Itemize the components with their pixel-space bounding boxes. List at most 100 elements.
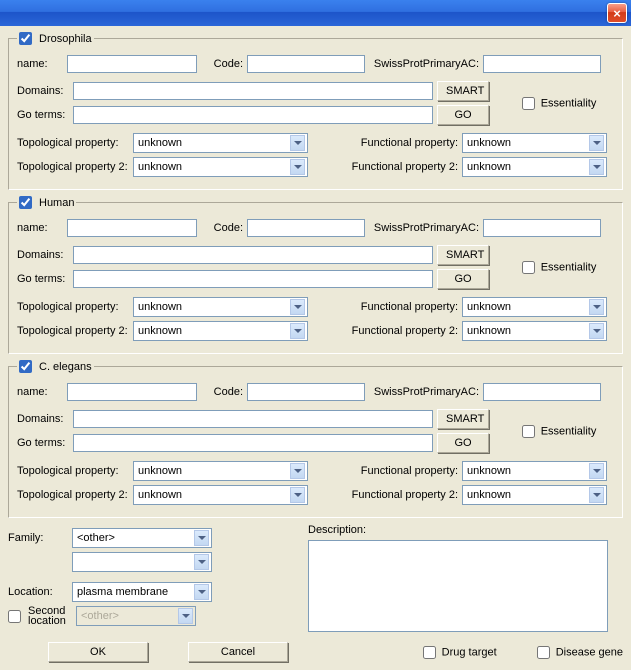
swiss-input[interactable]	[483, 55, 601, 73]
domains-label: Domains:	[17, 413, 69, 425]
dialog-content: Drosophila name: Code: SwissProtPrimaryA…	[0, 26, 631, 668]
location-select[interactable]: plasma membrane	[72, 582, 212, 602]
code-input[interactable]	[247, 55, 365, 73]
topo1-label: Topological property:	[17, 137, 129, 149]
swiss-label: SwissProtPrimaryAC:	[369, 58, 479, 70]
essentiality-label: Essentiality	[541, 97, 597, 109]
essentiality-option[interactable]: Essentiality	[522, 425, 597, 438]
go-button[interactable]: GO	[437, 269, 489, 289]
name-label: name:	[17, 58, 63, 70]
name-label: name:	[17, 222, 63, 234]
organism-title: Human	[39, 197, 74, 209]
organism-group-celegans: C. elegans name: Code: SwissProtPrimaryA…	[8, 360, 623, 518]
second-location-checkbox[interactable]	[8, 610, 21, 623]
disease-gene-checkbox[interactable]	[537, 646, 550, 659]
func1-select[interactable]: unknown	[462, 461, 607, 481]
topo2-select[interactable]: unknown	[133, 157, 308, 177]
code-input[interactable]	[247, 219, 365, 237]
swiss-input[interactable]	[483, 219, 601, 237]
func2-select[interactable]: unknown	[462, 157, 607, 177]
func2-select[interactable]: unknown	[462, 321, 607, 341]
chevron-down-icon	[290, 299, 305, 315]
code-label: Code:	[201, 222, 243, 234]
topo1-select[interactable]: unknown	[133, 461, 308, 481]
func1-select[interactable]: unknown	[462, 133, 607, 153]
code-input[interactable]	[247, 383, 365, 401]
func2-label: Functional property 2:	[346, 325, 458, 337]
disease-gene-label: Disease gene	[556, 646, 623, 658]
name-input[interactable]	[67, 219, 197, 237]
chevron-down-icon	[589, 299, 604, 315]
domains-input[interactable]	[73, 82, 433, 100]
chevron-down-icon	[589, 487, 604, 503]
organism-checkbox-drosophila[interactable]	[19, 32, 32, 45]
organism-title: Drosophila	[39, 33, 92, 45]
code-label: Code:	[201, 58, 243, 70]
chevron-down-icon	[589, 135, 604, 151]
smart-button[interactable]: SMART	[437, 81, 489, 101]
domains-input[interactable]	[73, 410, 433, 428]
topo1-select[interactable]: unknown	[133, 133, 308, 153]
organism-group-human: Human name: Code: SwissProtPrimaryAC: Do…	[8, 196, 623, 354]
cancel-button[interactable]: Cancel	[188, 642, 288, 662]
family-select[interactable]: <other>	[72, 528, 212, 548]
chevron-down-icon	[589, 323, 604, 339]
topo1-select[interactable]: unknown	[133, 297, 308, 317]
close-icon: ×	[613, 6, 621, 21]
essentiality-option[interactable]: Essentiality	[522, 97, 597, 110]
topo1-label: Topological property:	[17, 301, 129, 313]
go-button[interactable]: GO	[437, 105, 489, 125]
family-label: Family:	[8, 532, 68, 544]
func2-label: Functional property 2:	[346, 489, 458, 501]
location-label: Location:	[8, 586, 68, 598]
chevron-down-icon	[194, 584, 209, 600]
smart-button[interactable]: SMART	[437, 245, 489, 265]
chevron-down-icon	[290, 463, 305, 479]
func1-label: Functional property:	[346, 137, 458, 149]
organism-group-drosophila: Drosophila name: Code: SwissProtPrimaryA…	[8, 32, 623, 190]
close-button[interactable]: ×	[607, 3, 627, 23]
name-input[interactable]	[67, 383, 197, 401]
essentiality-option[interactable]: Essentiality	[522, 261, 597, 274]
goterms-input[interactable]	[73, 434, 433, 452]
func1-label: Functional property:	[346, 301, 458, 313]
goterms-label: Go terms:	[17, 109, 69, 121]
chevron-down-icon	[290, 135, 305, 151]
domains-input[interactable]	[73, 246, 433, 264]
func1-label: Functional property:	[346, 465, 458, 477]
description-textarea[interactable]	[308, 540, 608, 632]
name-input[interactable]	[67, 55, 197, 73]
essentiality-checkbox[interactable]	[522, 97, 535, 110]
chevron-down-icon	[178, 608, 193, 624]
topo1-label: Topological property:	[17, 465, 129, 477]
swiss-label: SwissProtPrimaryAC:	[369, 222, 479, 234]
func2-select[interactable]: unknown	[462, 485, 607, 505]
topo2-select[interactable]: unknown	[133, 321, 308, 341]
ok-button[interactable]: OK	[48, 642, 148, 662]
swiss-input[interactable]	[483, 383, 601, 401]
organism-title: C. elegans	[39, 361, 92, 373]
disease-gene-option[interactable]: Disease gene	[537, 646, 623, 659]
domains-label: Domains:	[17, 249, 69, 261]
chevron-down-icon	[290, 159, 305, 175]
topo2-label: Topological property 2:	[17, 325, 129, 337]
goterms-label: Go terms:	[17, 437, 69, 449]
family2-select[interactable]	[72, 552, 212, 572]
go-button[interactable]: GO	[437, 433, 489, 453]
essentiality-checkbox[interactable]	[522, 261, 535, 274]
drug-target-label: Drug target	[442, 646, 497, 658]
smart-button[interactable]: SMART	[437, 409, 489, 429]
drug-target-checkbox[interactable]	[423, 646, 436, 659]
organism-checkbox-celegans[interactable]	[19, 360, 32, 373]
essentiality-checkbox[interactable]	[522, 425, 535, 438]
organism-checkbox-human[interactable]	[19, 196, 32, 209]
second-location-select[interactable]: <other>	[76, 606, 196, 626]
chevron-down-icon	[589, 463, 604, 479]
topo2-select[interactable]: unknown	[133, 485, 308, 505]
goterms-input[interactable]	[73, 106, 433, 124]
func1-select[interactable]: unknown	[462, 297, 607, 317]
goterms-input[interactable]	[73, 270, 433, 288]
essentiality-label: Essentiality	[541, 425, 597, 437]
drug-target-option[interactable]: Drug target	[423, 646, 497, 659]
essentiality-label: Essentiality	[541, 261, 597, 273]
